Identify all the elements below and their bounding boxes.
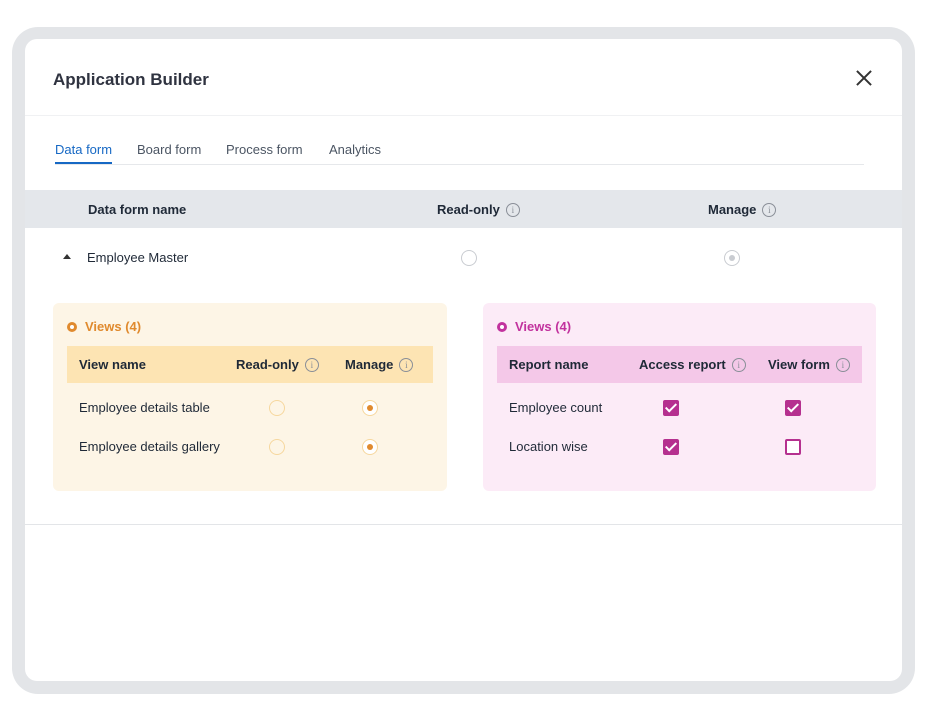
section-divider: [25, 524, 902, 525]
data-form-row-name: Employee Master: [87, 250, 189, 265]
view-row-readonly-radio[interactable]: [269, 400, 285, 416]
view-manage-header-label: Manage: [345, 357, 394, 372]
view-row-manage-radio[interactable]: [362, 439, 378, 455]
views-panel-title: Views (4): [67, 319, 141, 334]
column-header-manage: Manage i: [708, 202, 777, 218]
info-icon[interactable]: i: [731, 357, 746, 372]
tab-data-form[interactable]: Data form: [55, 142, 113, 164]
report-row-name: Location wise: [509, 439, 588, 454]
view-name-header: View name: [79, 357, 146, 372]
view-row-name: Employee details table: [79, 400, 210, 415]
access-report-header: Access report i: [639, 357, 746, 373]
application-builder-modal: Application Builder Data form Board form…: [25, 39, 902, 681]
views-panel-title-text: Views (4): [85, 319, 142, 334]
column-header-readonly-label: Read-only: [437, 202, 500, 217]
header-divider: [25, 115, 902, 116]
tab-board-form[interactable]: Board form: [137, 142, 201, 157]
column-header-readonly: Read-only i: [437, 202, 520, 218]
view-row-manage-radio[interactable]: [362, 400, 378, 416]
view-readonly-header: Read-only i: [236, 357, 319, 373]
eye-icon: [497, 321, 507, 332]
readonly-radio[interactable]: [461, 250, 477, 266]
close-icon[interactable]: [852, 66, 876, 90]
caret-up-icon[interactable]: [63, 254, 71, 259]
manage-radio[interactable]: [724, 250, 740, 266]
reports-panel-title-text: Views (4): [515, 319, 572, 334]
view-form-checkbox[interactable]: [785, 400, 801, 416]
reports-table-header: Report name Access report i View form i: [497, 346, 862, 383]
report-name-header: Report name: [509, 357, 589, 372]
info-icon[interactable]: i: [835, 357, 850, 372]
column-header-manage-label: Manage: [708, 202, 757, 217]
report-row-name: Employee count: [509, 400, 603, 415]
tab-analytics[interactable]: Analytics: [329, 142, 381, 157]
info-icon[interactable]: i: [304, 357, 319, 372]
views-table-header: View name Read-only i Manage i: [67, 346, 433, 383]
view-manage-header: Manage i: [345, 357, 414, 373]
info-icon[interactable]: i: [505, 202, 520, 217]
table-header: Data form name Read-only i Manage i: [25, 190, 902, 228]
access-report-checkbox[interactable]: [663, 439, 679, 455]
access-report-checkbox[interactable]: [663, 400, 679, 416]
view-readonly-header-label: Read-only: [236, 357, 299, 372]
view-form-header: View form i: [768, 357, 850, 373]
tab-bar: Data form Board form Process form Analyt…: [55, 140, 864, 165]
eye-icon: [67, 321, 77, 332]
access-report-header-label: Access report: [639, 357, 726, 372]
modal-title: Application Builder: [53, 70, 209, 89]
view-form-checkbox[interactable]: [785, 439, 801, 455]
tab-process-form[interactable]: Process form: [226, 142, 303, 157]
views-panel: Views (4) View name Read-only i Manage i E…: [53, 303, 447, 491]
reports-panel: Views (4) Report name Access report i Vie…: [483, 303, 876, 491]
column-header-name-label: Data form name: [88, 202, 187, 217]
reports-panel-title: Views (4): [497, 319, 571, 334]
info-icon[interactable]: i: [762, 202, 777, 217]
view-form-header-label: View form: [768, 357, 830, 372]
info-icon[interactable]: i: [399, 357, 414, 372]
view-row-name: Employee details gallery: [79, 439, 220, 454]
column-header-name: Data form name: [88, 202, 186, 217]
view-row-readonly-radio[interactable]: [269, 439, 285, 455]
